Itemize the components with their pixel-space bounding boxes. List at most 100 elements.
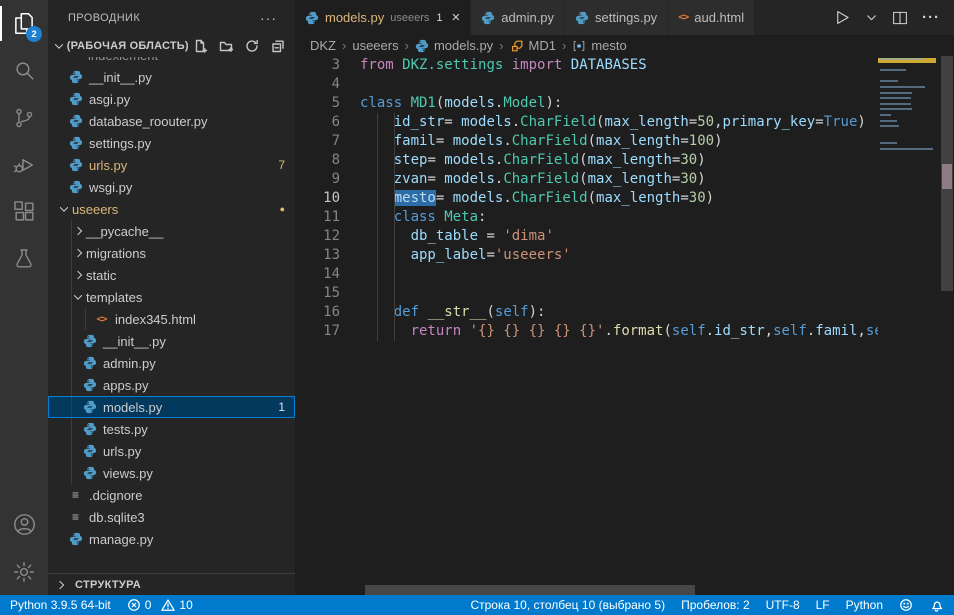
- tree-item-init-py[interactable]: __init__.py: [48, 66, 295, 88]
- code-line-text: return '{} {} {} {} {}'.format(self.id_s…: [340, 322, 878, 341]
- status-feedback[interactable]: [899, 598, 913, 612]
- new-file-icon[interactable]: [191, 37, 209, 55]
- tree-item-apps-py[interactable]: apps.py: [48, 374, 295, 396]
- status-cursor-position[interactable]: Строка 10, столбец 10 (выбрано 5): [470, 598, 665, 612]
- line-number: 10: [295, 189, 340, 208]
- code-line-text: mesto= models.CharField(max_length=30): [340, 189, 878, 208]
- tree-item-pycache[interactable]: __pycache__: [48, 220, 295, 242]
- status-text: Пробелов: 2: [681, 598, 750, 612]
- more-actions[interactable]: ···: [922, 9, 940, 26]
- tree-item-init-py[interactable]: __init__.py: [48, 330, 295, 352]
- breadcrumb-item-useeers[interactable]: useeers: [352, 38, 398, 53]
- tab-project-label: useeers: [390, 12, 429, 24]
- breadcrumb-item-dkz[interactable]: DKZ: [310, 38, 336, 53]
- tree-item-migrations[interactable]: migrations: [48, 242, 295, 264]
- python-file-icon: [575, 11, 589, 25]
- status-indentation[interactable]: Пробелов: 2: [681, 598, 750, 612]
- minimap-line: [880, 97, 911, 99]
- status-python-version[interactable]: Python 3.9.5 64-bit: [10, 598, 111, 612]
- breadcrumb-item-models-py[interactable]: models.py: [415, 38, 493, 53]
- breadcrumb-item-mesto[interactable]: mesto: [572, 38, 626, 53]
- status-encoding[interactable]: UTF-8: [766, 598, 800, 612]
- activity-item-account[interactable]: [0, 501, 48, 548]
- warning-count: 10: [179, 598, 192, 612]
- tree-item-index345-html[interactable]: <>index345.html: [48, 308, 295, 330]
- tab-models-py[interactable]: models.pyuseeers1×: [295, 0, 470, 35]
- tree-item-label: useeers: [72, 202, 118, 217]
- indent-guide: [377, 284, 378, 303]
- tree-item-label: __init__.py: [103, 334, 166, 349]
- tree-item-urls-py[interactable]: urls.py: [48, 440, 295, 462]
- python-file-icon: [68, 136, 83, 150]
- tree-item-database-roouter-py[interactable]: database_roouter.py: [48, 110, 295, 132]
- indent-guide: [377, 113, 378, 132]
- sidebar-more-actions-icon[interactable]: ···: [260, 10, 277, 26]
- tree-item-db-sqlite3[interactable]: ≡db.sqlite3: [48, 506, 295, 528]
- python-file-icon: [68, 180, 83, 194]
- tree-item-useeers[interactable]: useeers●: [48, 198, 295, 220]
- tree-item-label: migrations: [86, 246, 146, 261]
- outline-section-header[interactable]: СТРУКТУРА: [48, 573, 295, 595]
- tree-item-tests-py[interactable]: tests.py: [48, 418, 295, 440]
- activity-item-run-debug[interactable]: [0, 141, 48, 188]
- minimap[interactable]: [878, 56, 940, 595]
- tree-item-clipped[interactable]: indexlement: [48, 57, 295, 66]
- indent-guide: [394, 284, 395, 303]
- tab-admin-py[interactable]: admin.py: [471, 0, 564, 35]
- tree-item-asgi-py[interactable]: asgi.py: [48, 88, 295, 110]
- activity-item-search[interactable]: [0, 47, 48, 94]
- code-line-text: class Meta:: [340, 208, 878, 227]
- tab-aud-html[interactable]: <>aud.html: [668, 0, 754, 35]
- tree-item-dcignore[interactable]: ≡.dcignore: [48, 484, 295, 506]
- tree-item-urls-py[interactable]: urls.py7: [48, 154, 295, 176]
- breadcrumb-label: DKZ: [310, 38, 336, 53]
- sidebar-header: ПРОВОДНИК ···: [48, 0, 295, 35]
- horizontal-scrollbar[interactable]: [365, 585, 695, 595]
- code-editor[interactable]: 3from DKZ.settings import DATABASES45cla…: [295, 56, 954, 595]
- code-line: 11 class Meta:: [295, 208, 878, 227]
- status-text: Строка 10, столбец 10 (выбрано 5): [470, 598, 665, 612]
- status-bar-right: Строка 10, столбец 10 (выбрано 5) Пробело…: [454, 598, 944, 613]
- status-problems[interactable]: 010: [127, 598, 193, 612]
- tree-item-label: __pycache__: [86, 224, 163, 239]
- indent-guide: [377, 322, 378, 341]
- tree-item-manage-py[interactable]: manage.py: [48, 528, 295, 550]
- indent-guide: [71, 264, 72, 286]
- tree-item-models-py[interactable]: models.py1: [48, 396, 295, 418]
- status-language-mode[interactable]: Python: [846, 598, 883, 612]
- status-notifications[interactable]: [929, 598, 944, 613]
- activity-item-explorer[interactable]: 2: [0, 0, 48, 47]
- breadcrumb-item-md1[interactable]: MD1: [510, 38, 556, 53]
- activity-item-settings[interactable]: [0, 548, 48, 595]
- code-line: 14: [295, 265, 878, 284]
- run-button[interactable]: [833, 8, 852, 27]
- new-folder-icon[interactable]: [217, 37, 235, 55]
- indent-guide: [394, 303, 395, 322]
- activity-item-extensions[interactable]: [0, 188, 48, 235]
- beaker-icon: [12, 247, 36, 271]
- refresh-icon[interactable]: [243, 37, 261, 55]
- tree-item-settings-py[interactable]: settings.py: [48, 132, 295, 154]
- tree-item-wsgi-py[interactable]: wsgi.py: [48, 176, 295, 198]
- tree-item-views-py[interactable]: views.py: [48, 462, 295, 484]
- code-line-text: class MD1(models.Model):: [340, 94, 878, 113]
- tree-item-admin-py[interactable]: admin.py: [48, 352, 295, 374]
- activity-item-source-control[interactable]: [0, 94, 48, 141]
- collapse-all-icon[interactable]: [269, 37, 287, 55]
- python-file-icon: [82, 356, 97, 370]
- workspace-section-header[interactable]: (РАБОЧАЯ ОБЛАСТЬ) ...: [48, 35, 295, 57]
- split-editor[interactable]: [891, 9, 909, 27]
- tree-item-static[interactable]: static: [48, 264, 295, 286]
- status-eol[interactable]: LF: [816, 598, 830, 612]
- python-file-icon: [305, 11, 319, 25]
- tree-item-templates[interactable]: templates: [48, 286, 295, 308]
- minimap-line: [880, 120, 897, 122]
- activity-item-testing[interactable]: [0, 235, 48, 282]
- close-icon[interactable]: ×: [452, 10, 461, 25]
- tab-settings-py[interactable]: settings.py: [565, 0, 667, 35]
- breadcrumb: DKZ›useeers›models.py›MD1›mesto: [295, 35, 954, 56]
- tree-item-label: wsgi.py: [89, 180, 132, 195]
- code-area[interactable]: 3from DKZ.settings import DATABASES45cla…: [295, 56, 878, 595]
- vertical-scrollbar[interactable]: [940, 56, 954, 595]
- run-dropdown[interactable]: [865, 11, 878, 24]
